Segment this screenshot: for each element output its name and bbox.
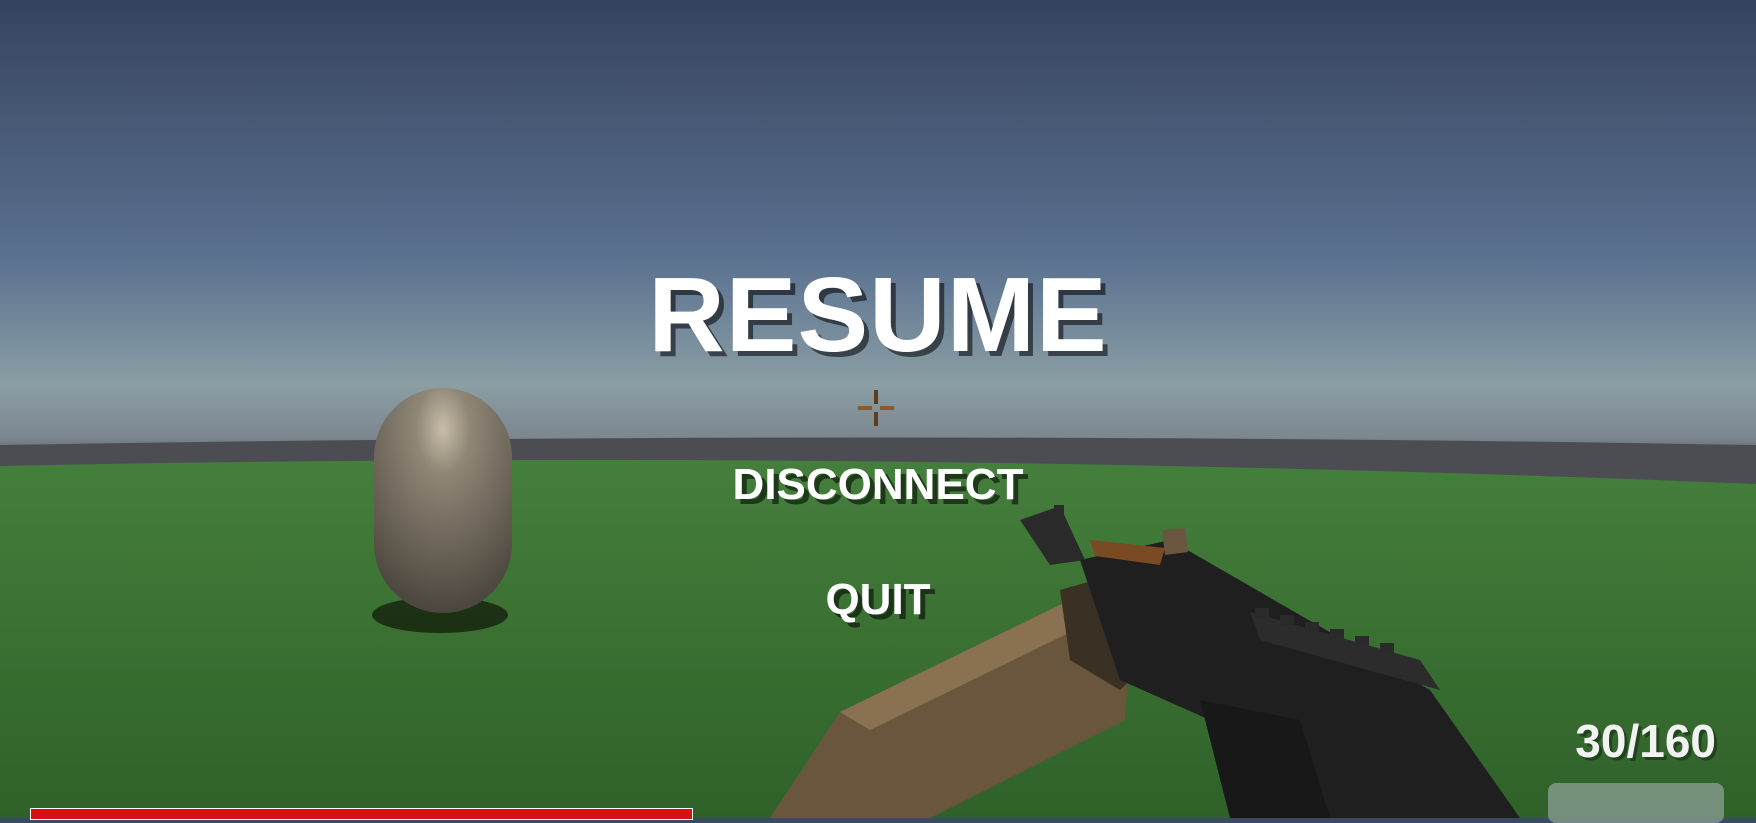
quit-button[interactable]: QUIT [0,575,1756,625]
rear-sight [1162,528,1188,555]
resume-button[interactable]: RESUME [0,255,1756,376]
disconnect-button[interactable]: DISCONNECT [0,460,1756,510]
crosshair-icon [858,390,894,426]
ammo-counter: 30/160 [1575,715,1716,767]
ammo-panel [1548,783,1724,823]
health-bar [30,808,693,820]
